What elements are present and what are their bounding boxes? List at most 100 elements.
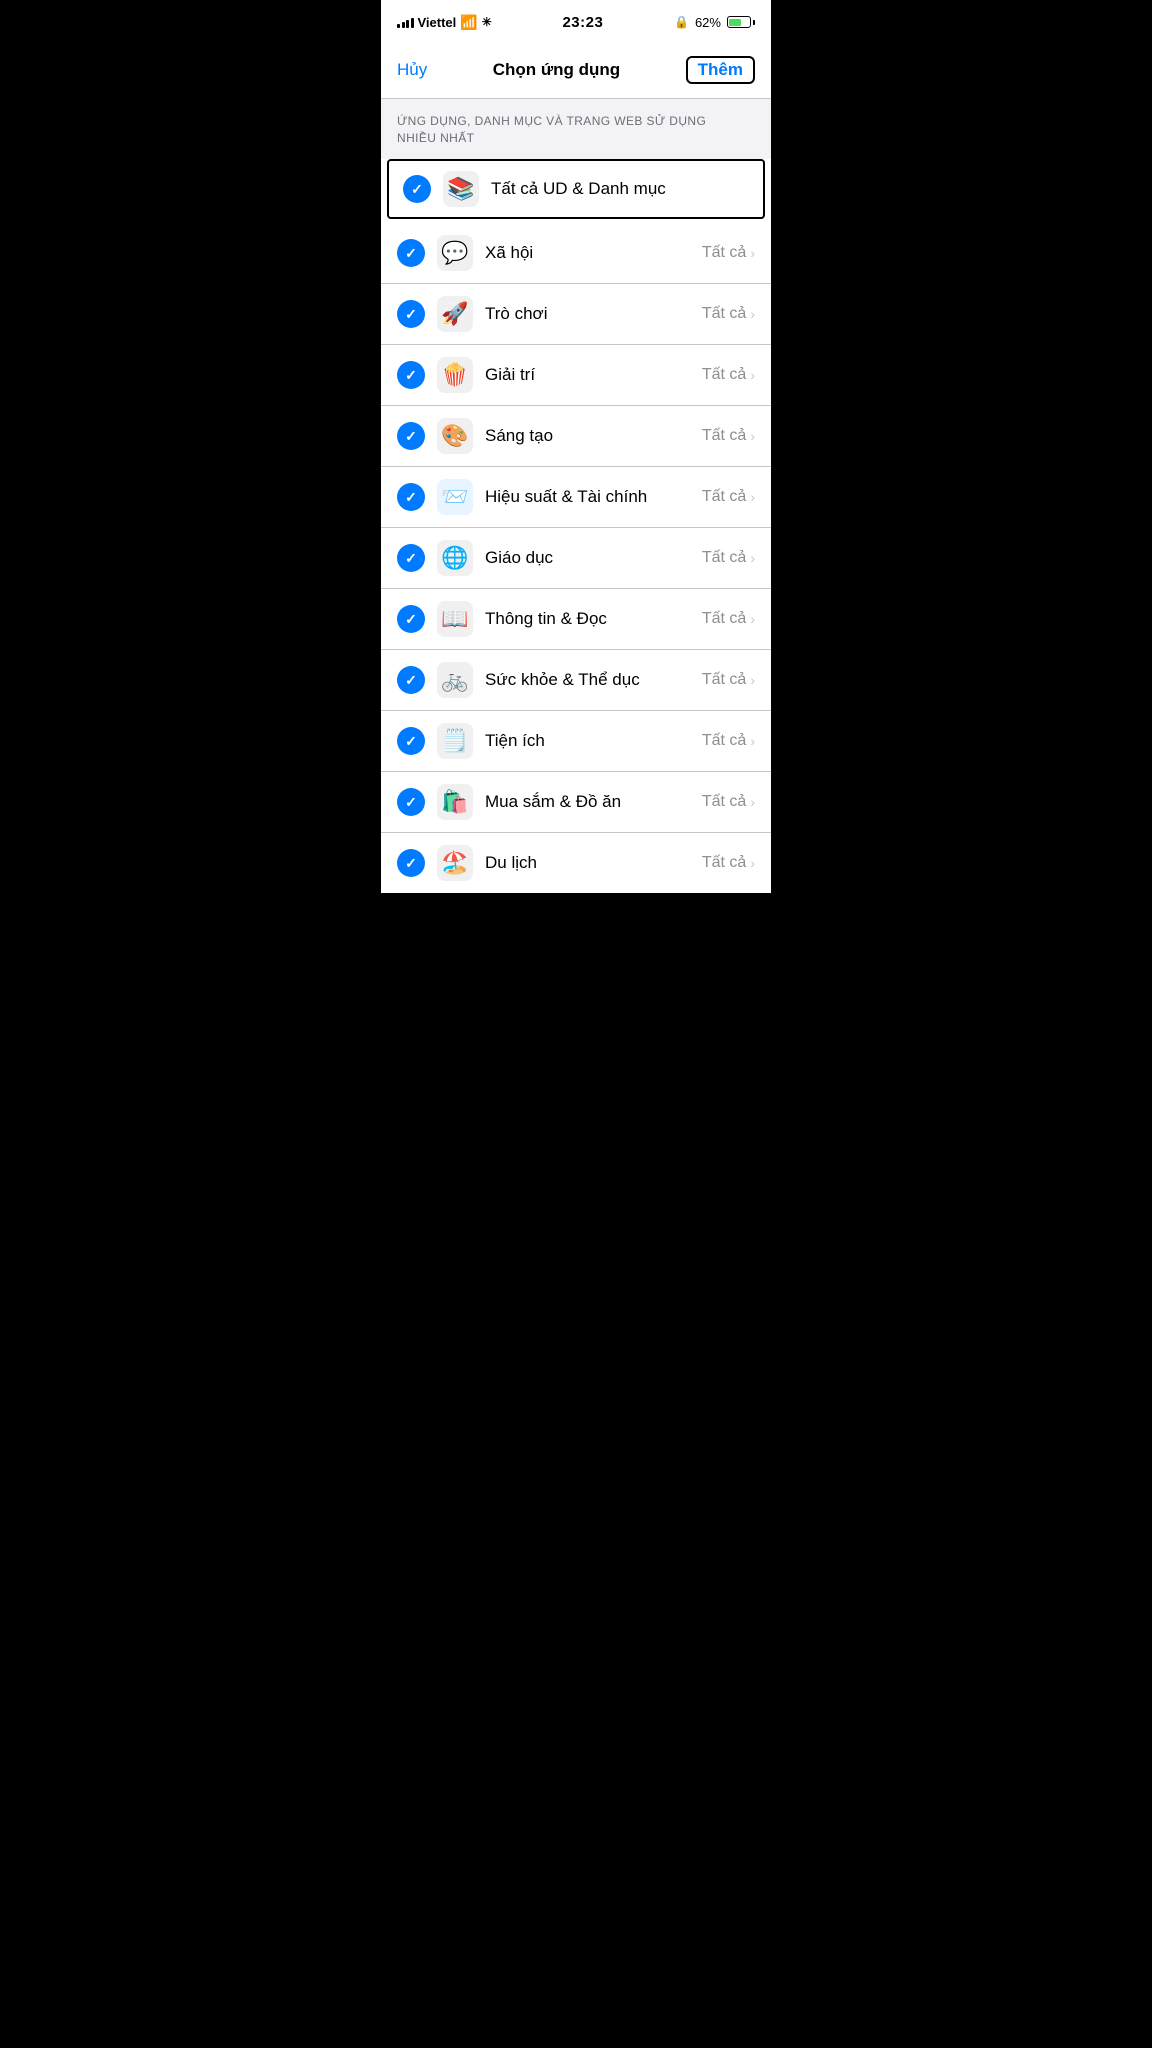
battery-percent: 62% — [695, 15, 721, 30]
check-circle-shopping: ✓ — [397, 788, 425, 816]
check-circle-travel: ✓ — [397, 849, 425, 877]
page-title: Chọn ứng dụng — [493, 60, 621, 80]
item-right-social: Tất cả › — [702, 244, 755, 262]
item-label-utilities: Tiện ích — [485, 731, 702, 751]
list-item-health[interactable]: ✓ 🚲 Sức khỏe & Thể dục Tất cả › — [381, 650, 771, 711]
item-right-education: Tất cả › — [702, 549, 755, 567]
item-right-text-creative: Tất cả — [702, 427, 746, 445]
app-icon-games: 🚀 — [437, 296, 473, 332]
item-right-shopping: Tất cả › — [702, 793, 755, 811]
item-right-text-productivity: Tất cả — [702, 488, 746, 506]
battery-tip — [753, 20, 755, 25]
carrier-name: Viettel — [418, 15, 457, 30]
cancel-button[interactable]: Hủy — [397, 60, 427, 80]
list-item-social[interactable]: ✓ 💬 Xã hội Tất cả › — [381, 223, 771, 284]
signal-bar-3 — [406, 20, 409, 28]
list-item-utilities[interactable]: ✓ 🗒️ Tiện ích Tất cả › — [381, 711, 771, 772]
time-display: 23:23 — [562, 14, 603, 31]
item-label-all: Tất cả UD & Danh mục — [491, 179, 749, 199]
item-label-games: Trò chơi — [485, 304, 702, 324]
check-mark-all: ✓ — [411, 182, 423, 196]
check-circle-entertainment: ✓ — [397, 361, 425, 389]
item-right-health: Tất cả › — [702, 671, 755, 689]
app-icon-travel: 🏖️ — [437, 845, 473, 881]
item-label-education: Giáo dục — [485, 548, 702, 568]
check-circle-all: ✓ — [403, 175, 431, 203]
app-icon-entertainment: 🍿 — [437, 357, 473, 393]
item-label-entertainment: Giải trí — [485, 365, 702, 385]
check-circle-education: ✓ — [397, 544, 425, 572]
settings-icon: ✳ — [482, 15, 492, 29]
chevron-icon-creative: › — [750, 428, 755, 444]
check-circle-games: ✓ — [397, 300, 425, 328]
phone-container: Viettel 📶 ✳ 23:23 🔒 62% Hủy Chọn ứng dụn… — [381, 0, 771, 893]
app-icon-emoji-all: 📚 — [447, 176, 474, 202]
chevron-icon-shopping: › — [750, 794, 755, 810]
item-right-text-news: Tất cả — [702, 610, 746, 628]
chevron-icon-games: › — [750, 306, 755, 322]
check-circle-social: ✓ — [397, 239, 425, 267]
signal-bar-4 — [411, 18, 414, 28]
check-circle-news: ✓ — [397, 605, 425, 633]
status-right: 🔒 62% — [674, 15, 755, 30]
list-item-creative[interactable]: ✓ 🎨 Sáng tạo Tất cả › — [381, 406, 771, 467]
chevron-icon-travel: › — [750, 855, 755, 871]
battery-fill — [729, 19, 741, 26]
list-item-shopping[interactable]: ✓ 🛍️ Mua sắm & Đồ ăn Tất cả › — [381, 772, 771, 833]
app-icon-news: 📖 — [437, 601, 473, 637]
item-label-travel: Du lịch — [485, 853, 702, 873]
item-label-creative: Sáng tạo — [485, 426, 702, 446]
lock-icon: 🔒 — [674, 15, 689, 29]
signal-bar-2 — [402, 22, 405, 28]
app-icon-all: 📚 — [443, 171, 479, 207]
list-item-entertainment[interactable]: ✓ 🍿 Giải trí Tất cả › — [381, 345, 771, 406]
item-right-text-education: Tất cả — [702, 549, 746, 567]
app-icon-social: 💬 — [437, 235, 473, 271]
item-right-text-social: Tất cả — [702, 244, 746, 262]
list-item-travel[interactable]: ✓ 🏖️ Du lịch Tất cả › — [381, 833, 771, 893]
list-item-all[interactable]: ✓ 📚 Tất cả UD & Danh mục — [387, 159, 765, 219]
check-circle-health: ✓ — [397, 666, 425, 694]
app-icon-education: 🌐 — [437, 540, 473, 576]
item-right-creative: Tất cả › — [702, 427, 755, 445]
chevron-icon-news: › — [750, 611, 755, 627]
check-circle-productivity: ✓ — [397, 483, 425, 511]
item-right-text-entertainment: Tất cả — [702, 366, 746, 384]
item-right-text-shopping: Tất cả — [702, 793, 746, 811]
signal-bars — [397, 16, 414, 28]
item-label-social: Xã hội — [485, 243, 702, 263]
item-right-games: Tất cả › — [702, 305, 755, 323]
wifi-icon: 📶 — [460, 14, 477, 31]
check-circle-creative: ✓ — [397, 422, 425, 450]
list-item-news[interactable]: ✓ 📖 Thông tin & Đọc Tất cả › — [381, 589, 771, 650]
item-right-news: Tất cả › — [702, 610, 755, 628]
battery-icon — [727, 16, 755, 28]
chevron-icon-entertainment: › — [750, 367, 755, 383]
chevron-icon-health: › — [750, 672, 755, 688]
item-right-utilities: Tất cả › — [702, 732, 755, 750]
chevron-icon-social: › — [750, 245, 755, 261]
chevron-icon-productivity: › — [750, 489, 755, 505]
section-header: ỨNG DỤNG, DANH MỤC VÀ TRANG WEB SỬ DỤNGN… — [381, 99, 771, 155]
list-container: ✓ 📚 Tất cả UD & Danh mục ✓ 💬 Xã hội Tất … — [381, 159, 771, 893]
check-circle-utilities: ✓ — [397, 727, 425, 755]
item-right-text-utilities: Tất cả — [702, 732, 746, 750]
app-icon-utilities: 🗒️ — [437, 723, 473, 759]
item-right-text-games: Tất cả — [702, 305, 746, 323]
app-icon-creative: 🎨 — [437, 418, 473, 454]
battery-body — [727, 16, 751, 28]
item-label-productivity: Hiệu suất & Tài chính — [485, 487, 702, 507]
item-right-text-travel: Tất cả — [702, 854, 746, 872]
app-icon-health: 🚲 — [437, 662, 473, 698]
chevron-icon-education: › — [750, 550, 755, 566]
status-bar: Viettel 📶 ✳ 23:23 🔒 62% — [381, 0, 771, 44]
list-item-education[interactable]: ✓ 🌐 Giáo dục Tất cả › — [381, 528, 771, 589]
list-item-productivity[interactable]: ✓ 📨 Hiệu suất & Tài chính Tất cả › — [381, 467, 771, 528]
signal-bar-1 — [397, 24, 400, 28]
nav-bar: Hủy Chọn ứng dụng Thêm — [381, 44, 771, 99]
list-item-games[interactable]: ✓ 🚀 Trò chơi Tất cả › — [381, 284, 771, 345]
app-icon-shopping: 🛍️ — [437, 784, 473, 820]
item-right-text-health: Tất cả — [702, 671, 746, 689]
add-button[interactable]: Thêm — [686, 56, 755, 84]
item-label-shopping: Mua sắm & Đồ ăn — [485, 792, 702, 812]
